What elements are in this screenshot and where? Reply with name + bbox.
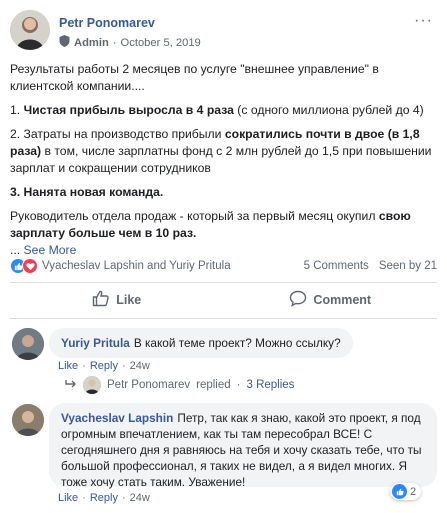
commenter-avatar[interactable] [12, 328, 44, 360]
post-date[interactable]: October 5, 2019 [121, 37, 201, 49]
author-avatar[interactable] [10, 10, 50, 50]
meta-separator: · [112, 36, 117, 49]
comment-actions: Like · Reply · 24w [58, 360, 150, 372]
see-more-link[interactable]: See More [24, 243, 77, 257]
comment-text: В какой теме проект? Можно ссылку? [133, 336, 341, 350]
comment-reply-link[interactable]: Reply [90, 492, 118, 504]
comment-bubble: Yuriy Pritula В какой теме проект? Можно … [49, 328, 353, 358]
engagement-counts: 5 Comments Seen by 21 [304, 260, 437, 272]
reaction-count: 2 [410, 485, 417, 498]
comment-button[interactable]: Comment [224, 284, 438, 316]
comment-like-link[interactable]: Like [58, 360, 78, 372]
post-point-1: 1. Чистая прибыль выросла в 4 раза (с од… [10, 103, 424, 117]
view-replies-link[interactable]: 3 Replies [246, 379, 294, 391]
reactor-names[interactable]: Vyacheslav Lapshin and Yuriy Pritula [42, 260, 231, 272]
comment-time[interactable]: 24w [130, 360, 150, 372]
commenter-avatar[interactable] [12, 404, 44, 436]
comment-author[interactable]: Yuriy Pritula [61, 336, 130, 350]
like-reaction-icon [392, 484, 407, 499]
admin-shield-icon [59, 35, 70, 50]
comment-reply-link[interactable]: Reply [90, 360, 118, 372]
admin-role: Admin [74, 36, 109, 49]
post-point-3: 3. Нанята новая команда. [10, 185, 164, 199]
reply-arrow-icon [65, 379, 77, 392]
like-label: Like [116, 293, 142, 307]
replied-label: replied [196, 379, 231, 391]
post-header: Petr Ponomarev Admin · October 5, 2019 ·… [10, 10, 437, 54]
divider-top [10, 282, 437, 283]
comment-bubble-icon [289, 290, 307, 310]
post-menu-icon[interactable]: ··· [414, 12, 433, 30]
post-intro: Результаты работы 2 месяцев по услуге "в… [10, 62, 379, 93]
seen-count[interactable]: Seen by 21 [379, 260, 437, 272]
post-body: Результаты работы 2 месяцев по услуге "в… [10, 61, 437, 266]
divider-bottom [10, 318, 437, 319]
thumbs-up-icon [92, 290, 110, 310]
replies-row[interactable]: Petr Ponomarev replied · 3 Replies [65, 376, 294, 394]
comment-label: Comment [313, 293, 372, 307]
reaction-icons[interactable] [10, 258, 38, 274]
comments-count[interactable]: 5 Comments [304, 260, 369, 272]
reply-author-name: Petr Ponomarev [107, 379, 191, 391]
comment-time[interactable]: 24w [130, 492, 150, 504]
reply-author-avatar [83, 376, 101, 394]
post-actions: Like Comment [10, 284, 437, 316]
love-reaction-icon [22, 258, 38, 274]
comment-like-link[interactable]: Like [58, 492, 78, 504]
reactions-row: Vyacheslav Lapshin and Yuriy Pritula 5 C… [10, 257, 437, 275]
comment-reaction-badge[interactable]: 2 [390, 483, 422, 500]
post-meta: Admin · October 5, 2019 [59, 35, 201, 50]
author-name[interactable]: Petr Ponomarev [59, 16, 155, 30]
post-point-2: 2. Затраты на производство прибыли сокра… [10, 127, 432, 175]
comment-bubble: Vyacheslav Lapshin Петр, так как я знаю, … [49, 403, 437, 489]
like-button[interactable]: Like [10, 284, 224, 316]
comment-author[interactable]: Vyacheslav Lapshin [61, 411, 173, 425]
post-point-4: Руководитель отдела продаж - который за … [10, 209, 411, 240]
replies-separator: · [236, 379, 241, 391]
comment-actions: Like · Reply · 24w [58, 492, 150, 504]
